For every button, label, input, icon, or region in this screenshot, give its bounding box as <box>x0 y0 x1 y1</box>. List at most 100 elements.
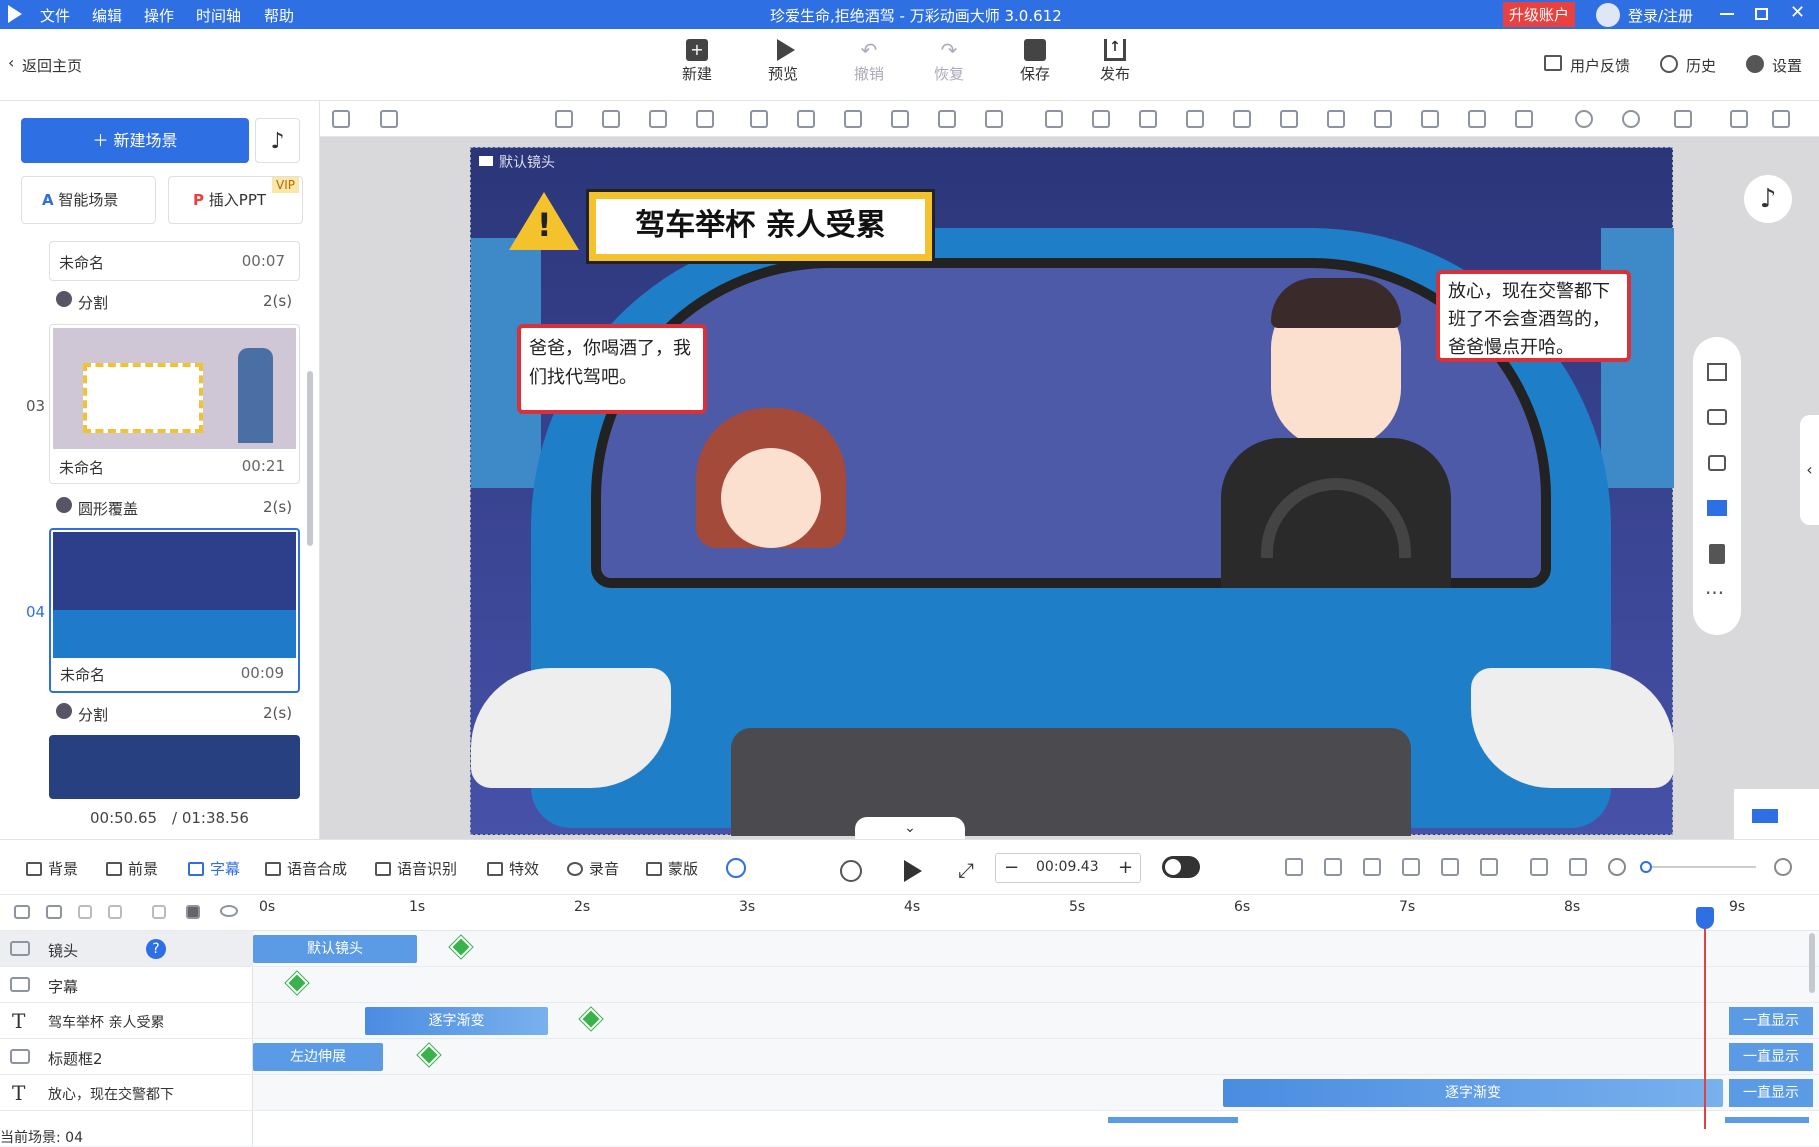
save-button[interactable]: 保存 <box>1007 39 1063 84</box>
zoom-out-icon[interactable] <box>1622 110 1640 128</box>
login-link[interactable]: 登录/注册 <box>1628 5 1693 26</box>
play-icon[interactable] <box>904 860 922 882</box>
track-header-image[interactable]: 标题框2 <box>0 1039 253 1075</box>
maximize-icon[interactable] <box>1755 8 1768 20</box>
home-icon[interactable] <box>380 110 398 128</box>
edit-icon[interactable] <box>1363 858 1381 876</box>
transition-name[interactable]: 分割 <box>78 292 108 313</box>
screen-icon[interactable] <box>1707 500 1727 516</box>
image-clip[interactable]: 左边伸展 <box>253 1043 383 1071</box>
lock-all-icon[interactable] <box>186 905 200 919</box>
zoom-in-icon[interactable] <box>1575 110 1593 128</box>
height-icon[interactable] <box>1233 110 1251 128</box>
preview-button[interactable]: 预览 <box>755 39 811 84</box>
menu-edit[interactable]: 编辑 <box>92 5 122 26</box>
menu-file[interactable]: 文件 <box>40 5 70 26</box>
publish-button[interactable]: ↑ 发布 <box>1087 39 1143 84</box>
menu-timeline[interactable]: 时间轴 <box>196 5 241 26</box>
rotate-icon[interactable] <box>891 110 909 128</box>
hammer-icon[interactable] <box>1402 858 1420 876</box>
more-tabs-icon[interactable] <box>726 858 746 878</box>
minimap[interactable] <box>1734 789 1819 839</box>
track-header-camera[interactable]: 镜头 ? <box>0 931 253 967</box>
zoom-slider[interactable] <box>1640 861 1756 873</box>
time-value[interactable]: 00:09.43 <box>1036 859 1099 875</box>
distribute-v-icon[interactable] <box>1092 110 1110 128</box>
rotate-view-icon[interactable] <box>1707 409 1727 425</box>
expand-icon[interactable] <box>1530 858 1548 876</box>
smart-scene-button[interactable]: A 智能场景 <box>21 176 156 224</box>
track-header-text2[interactable]: T 放心，现在交警都下 <box>0 1075 253 1111</box>
tab-background[interactable]: 背景 <box>26 858 78 879</box>
align-bottom-icon[interactable] <box>555 110 573 128</box>
collapse-timeline-icon[interactable]: ⌄ <box>855 817 965 839</box>
ratio-icon[interactable] <box>1569 858 1587 876</box>
collapse-panel-icon[interactable]: ‹ <box>1800 415 1819 525</box>
time-ruler[interactable]: 0s 1s 2s 3s 4s 5s 6s 7s 8s 9s <box>253 895 1819 931</box>
unlock-icon[interactable] <box>1674 110 1692 128</box>
adjust-icon[interactable] <box>1480 858 1498 876</box>
add-folder-icon[interactable] <box>46 905 62 919</box>
align-top-icon[interactable] <box>602 110 620 128</box>
filter-icon[interactable] <box>1441 858 1459 876</box>
scene-card-5[interactable] <box>49 735 300 799</box>
device-icon[interactable] <box>1709 544 1725 564</box>
align-left-icon[interactable] <box>1280 110 1298 128</box>
plus-icon[interactable]: + <box>1118 857 1133 878</box>
feedback-link[interactable]: 用户反馈 <box>1570 55 1630 76</box>
bottom-edge-icon[interactable] <box>1468 110 1486 128</box>
tracks-scrollbar[interactable] <box>1809 933 1815 993</box>
eye-icon[interactable] <box>220 905 238 917</box>
always-show-clip[interactable]: 一直显示 <box>1729 1043 1813 1071</box>
minus-icon[interactable]: − <box>1004 857 1019 878</box>
stage-canvas[interactable]: 默认镜头 ! 驾车举杯 亲人受累 爸爸，你喝酒了，我们找代驾吧。 放心，现在交警… <box>470 147 1674 836</box>
new-scene-button[interactable]: ＋ 新建场景 <box>21 118 249 163</box>
always-show-clip[interactable]: 一直显示 <box>1729 1007 1813 1035</box>
menu-operate[interactable]: 操作 <box>144 5 174 26</box>
align-center-icon[interactable] <box>1139 110 1157 128</box>
camera-clip[interactable]: 默认镜头 <box>253 935 417 963</box>
history-link[interactable]: 历史 <box>1686 55 1716 76</box>
paste-icon[interactable] <box>1772 110 1790 128</box>
align-middle-icon[interactable] <box>649 110 667 128</box>
menu-help[interactable]: 帮助 <box>264 5 294 26</box>
add-keyframe-icon[interactable] <box>579 1007 603 1031</box>
add-keyframe-icon[interactable] <box>285 971 309 995</box>
new-folder-icon[interactable] <box>14 905 30 919</box>
back-arrow-icon[interactable]: ‹ <box>8 53 14 72</box>
text-clip[interactable]: 逐字渐变 <box>1223 1079 1723 1107</box>
align-up-icon[interactable] <box>696 110 714 128</box>
center-v-icon[interactable] <box>1515 110 1533 128</box>
music-float-icon[interactable]: ♪ <box>1744 175 1792 223</box>
text-clip[interactable]: 逐字渐变 <box>365 1007 548 1035</box>
tab-record[interactable]: 录音 <box>567 858 619 879</box>
zoom-out-timeline-icon[interactable] <box>1608 858 1626 876</box>
transition-name[interactable]: 圆形覆盖 <box>78 498 138 519</box>
track-header-subtitle[interactable]: 字幕 <box>0 967 253 1003</box>
partial-clip[interactable] <box>1725 1117 1809 1123</box>
speech-bubble-girl[interactable]: 爸爸，你喝酒了，我们找代驾吧。 <box>517 324 707 414</box>
fullscreen-icon[interactable]: ⤢ <box>958 858 974 882</box>
move-down-icon[interactable] <box>78 905 92 919</box>
rewind-icon[interactable] <box>840 860 862 882</box>
scene-card-2[interactable]: 未命名 00:07 <box>49 241 300 281</box>
scene-card-3[interactable]: 未命名 00:21 <box>49 324 300 484</box>
time-stepper[interactable]: − 00:09.43 + <box>995 853 1141 883</box>
close-icon[interactable]: ✕ <box>1790 2 1805 23</box>
lock-view-icon[interactable] <box>1708 455 1726 471</box>
tab-subtitle[interactable]: 字幕 <box>188 858 240 879</box>
minimize-icon[interactable] <box>1720 13 1734 15</box>
tab-foreground[interactable]: 前景 <box>106 858 158 879</box>
distribute-h-icon[interactable] <box>1045 110 1063 128</box>
always-show-clip[interactable]: 一直显示 <box>1729 1079 1813 1107</box>
redo-button[interactable]: ↷ 恢复 <box>921 39 977 84</box>
screenshot-icon[interactable] <box>985 110 1003 128</box>
add-keyframe-icon[interactable] <box>449 935 473 959</box>
title-banner[interactable]: 驾车举杯 亲人受累 <box>586 189 935 264</box>
delete-icon[interactable] <box>938 110 956 128</box>
align-tool-icon[interactable] <box>332 110 350 128</box>
center-h-icon[interactable] <box>1374 110 1392 128</box>
trash-icon[interactable] <box>152 905 166 919</box>
new-button[interactable]: + 新建 <box>669 39 725 84</box>
upgrade-button[interactable]: 升级账户 <box>1503 2 1576 27</box>
